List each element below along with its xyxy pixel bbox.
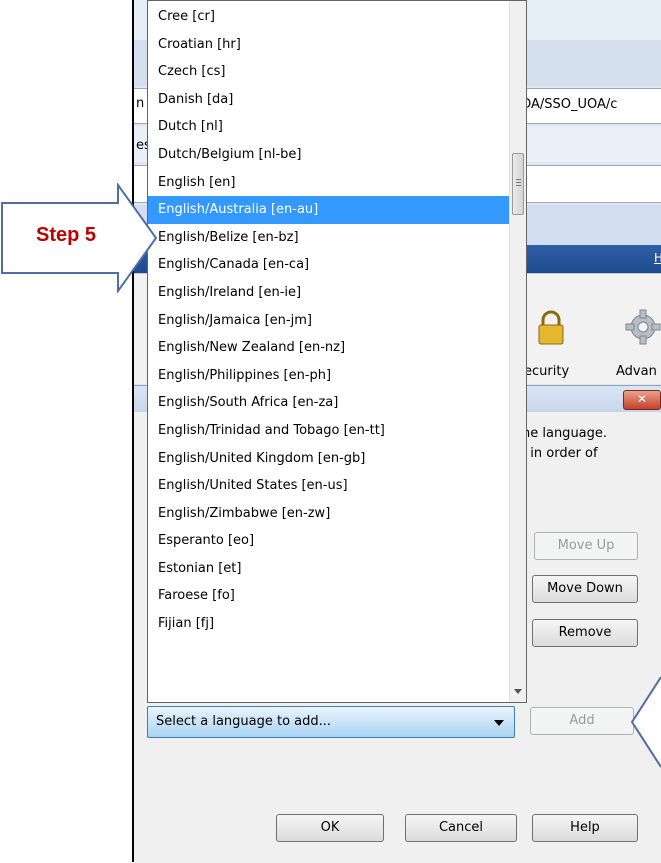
language-option[interactable]: English/Philippines [en-ph]: [148, 362, 510, 390]
language-option[interactable]: Estonian [et]: [148, 555, 510, 583]
language-option[interactable]: English [en]: [148, 169, 510, 197]
language-option[interactable]: English/Australia [en-au]: [148, 196, 510, 224]
language-option[interactable]: Dutch [nl]: [148, 113, 510, 141]
remove-button[interactable]: Remove: [532, 619, 638, 647]
language-select[interactable]: Select a language to add...: [147, 706, 515, 738]
partial-callout-arrow-icon: [630, 676, 661, 768]
move-up-button[interactable]: Move Up: [534, 532, 638, 560]
step5-label: Step 5: [36, 224, 97, 246]
language-option[interactable]: English/Trinidad and Tobago [en-tt]: [148, 417, 510, 445]
language-option[interactable]: Esperanto [eo]: [148, 527, 510, 555]
language-option[interactable]: English/Canada [en-ca]: [148, 251, 510, 279]
cancel-button[interactable]: Cancel: [405, 814, 517, 842]
language-option[interactable]: English/United States [en-us]: [148, 472, 510, 500]
scrollbar-thumb[interactable]: [512, 153, 524, 215]
language-dropdown-list[interactable]: Cree [cr] Croatian [hr] Czech [cs] Danish […: [147, 0, 527, 703]
dialog-description-line2: , in order of: [522, 446, 598, 461]
security-label: ecurity: [524, 364, 570, 379]
language-option[interactable]: English/United Kingdom [en-gb]: [148, 445, 510, 473]
add-button[interactable]: Add: [530, 707, 634, 735]
language-option[interactable]: Croatian [hr]: [148, 31, 510, 59]
language-option[interactable]: Faroese [fo]: [148, 582, 510, 610]
gear-icon[interactable]: [624, 308, 661, 346]
language-select-value: Select a language to add...: [156, 714, 332, 729]
language-option[interactable]: Cree [cr]: [148, 3, 510, 31]
language-option[interactable]: Danish [da]: [148, 86, 510, 114]
language-option[interactable]: English/Ireland [en-ie]: [148, 279, 510, 307]
chevron-down-icon: [494, 720, 504, 726]
close-button[interactable]: ✕: [623, 390, 661, 410]
language-option[interactable]: English/Belize [en-bz]: [148, 224, 510, 252]
left-fragment: n: [136, 96, 145, 111]
language-option[interactable]: English/South Africa [en-za]: [148, 389, 510, 417]
help-button[interactable]: Help: [532, 814, 638, 842]
language-option[interactable]: English/New Zealand [en-nz]: [148, 334, 510, 362]
ok-button[interactable]: OK: [276, 814, 384, 842]
language-list-items: Cree [cr] Croatian [hr] Czech [cs] Danish […: [148, 3, 510, 638]
language-option[interactable]: English/Jamaica [en-jm]: [148, 307, 510, 335]
home-link[interactable]: Ho: [654, 251, 661, 265]
dialog-description-line1: ne language.: [522, 426, 608, 441]
lock-icon[interactable]: [536, 310, 566, 346]
language-option[interactable]: Czech [cs]: [148, 58, 510, 86]
list-scrollbar[interactable]: [509, 1, 526, 702]
scroll-down-arrow-icon[interactable]: [514, 689, 522, 694]
language-option[interactable]: Fijian [fj]: [148, 610, 510, 638]
language-option[interactable]: Dutch/Belgium [nl-be]: [148, 141, 510, 169]
url-text: OA/SSO_UOA/c: [521, 97, 618, 112]
language-option[interactable]: English/Zimbabwe [en-zw]: [148, 500, 510, 528]
step5-callout: Step 5: [0, 183, 160, 293]
move-down-button[interactable]: Move Down: [532, 575, 638, 603]
advanced-label: Advan: [616, 364, 657, 379]
